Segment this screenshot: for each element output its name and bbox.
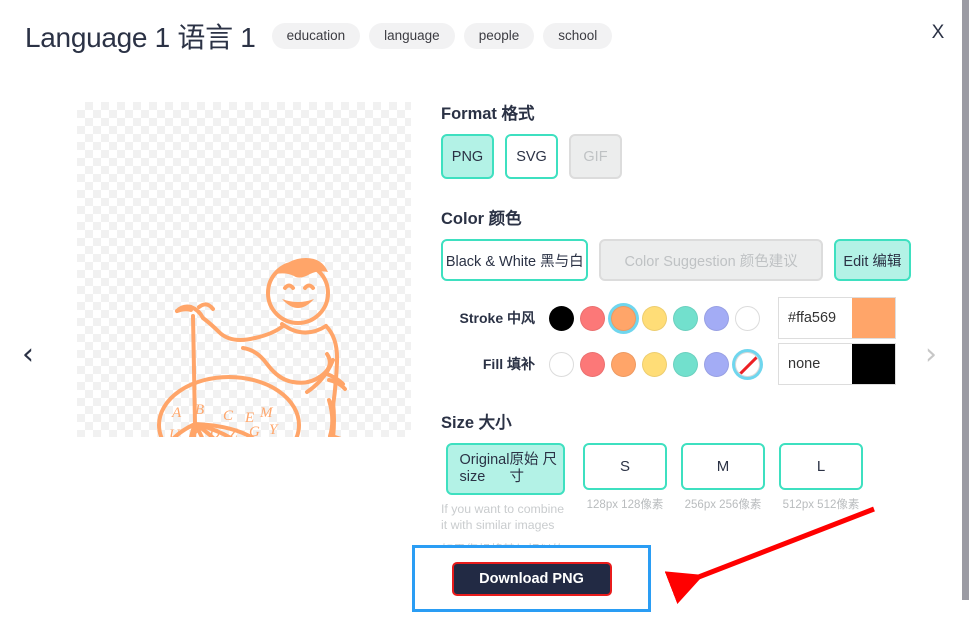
size-option-original[interactable]: Original size原始 尺寸 — [446, 443, 565, 495]
size-option-l[interactable]: L — [779, 443, 863, 490]
stroke-swatch[interactable] — [673, 306, 698, 331]
page-title: Language 1 语言 1 — [25, 16, 256, 56]
stroke-swatch[interactable] — [704, 306, 729, 331]
color-option-color-suggestion: Color Suggestion 颜色建议 — [599, 239, 822, 281]
stroke-swatch-group — [549, 306, 760, 331]
size-sub-l: 512px 512像素 — [783, 496, 860, 512]
fill-row: Fill 填补 none — [441, 345, 911, 383]
fill-swatch[interactable] — [642, 352, 667, 377]
tag-list: education language people school — [272, 23, 613, 50]
size-cell-l: L 512px 512像素 — [779, 443, 863, 512]
stroke-row: Stroke 中风 #ffa569 — [441, 299, 911, 337]
size-cell-m: M 256px 256像素 — [681, 443, 765, 512]
size-original-label-en: Original size — [460, 452, 510, 485]
format-option-png[interactable]: PNG — [441, 134, 494, 179]
svg-text:C: C — [223, 408, 234, 424]
close-icon[interactable]: X — [923, 18, 953, 48]
stroke-color-preview — [852, 298, 895, 338]
svg-text:Z: Z — [229, 426, 238, 437]
svg-text:D: D — [208, 426, 220, 437]
image-preview[interactable]: AB CE M UP DZ GY RQ KV N JK — [77, 102, 411, 437]
fill-swatch[interactable] — [611, 352, 636, 377]
size-cell-s: S 128px 128像素 — [583, 443, 667, 512]
fill-swatch[interactable] — [704, 352, 729, 377]
scrollbar-track[interactable] — [956, 0, 971, 623]
fill-label: Fill 填补 — [441, 354, 549, 374]
fill-hex-input[interactable]: none — [779, 344, 852, 384]
fill-swatch-group — [549, 352, 760, 377]
tag-pill[interactable]: education — [272, 23, 361, 50]
prev-image-chevron-left-icon[interactable]: ‹ — [8, 330, 48, 380]
stroke-swatch[interactable] — [549, 306, 574, 331]
size-sub-s: 128px 128像素 — [587, 496, 664, 512]
size-original-label-cn: 原始 尺寸 — [509, 452, 562, 485]
format-options: PNG SVG GIF — [441, 134, 911, 179]
color-option-black-and-white[interactable]: Black & White 黑与白 — [441, 239, 588, 281]
stroke-hex-box: #ffa569 — [778, 297, 896, 339]
stroke-swatch[interactable] — [642, 306, 667, 331]
svg-text:U: U — [169, 427, 181, 437]
stroke-swatch-selected[interactable] — [611, 306, 636, 331]
svg-text:P: P — [188, 426, 198, 437]
fill-swatch[interactable] — [549, 352, 574, 377]
fill-swatch[interactable] — [580, 352, 605, 377]
svg-text:Y: Y — [269, 422, 279, 437]
color-heading: Color 颜色 — [441, 205, 911, 229]
download-highlight-box: Download PNG — [412, 545, 651, 612]
tag-pill[interactable]: people — [464, 23, 535, 50]
size-heading: Size 大小 — [441, 409, 911, 433]
fill-swatch[interactable] — [673, 352, 698, 377]
color-mode-options: Black & White 黑与白 Color Suggestion 颜色建议 … — [441, 239, 911, 281]
stroke-swatch[interactable] — [580, 306, 605, 331]
svg-text:M: M — [259, 405, 274, 421]
size-option-s[interactable]: S — [583, 443, 667, 490]
format-option-svg[interactable]: SVG — [505, 134, 558, 179]
svg-text:A: A — [171, 405, 182, 421]
fill-color-preview — [852, 344, 895, 384]
fill-swatch-none-selected[interactable] — [735, 352, 760, 377]
stroke-hex-input[interactable]: #ffa569 — [779, 298, 852, 338]
tag-pill[interactable]: language — [369, 23, 455, 50]
next-image-chevron-right-icon[interactable]: › — [911, 330, 951, 380]
tag-pill[interactable]: school — [543, 23, 612, 50]
download-button[interactable]: Download PNG — [452, 562, 612, 596]
format-heading: Format 格式 — [441, 100, 911, 124]
color-option-edit[interactable]: Edit 编辑 — [834, 239, 911, 281]
size-sub-m: 256px 256像素 — [685, 496, 762, 512]
size-hint-en: If you want to combine it with similar i… — [441, 502, 564, 532]
scrollbar-thumb[interactable] — [962, 0, 969, 600]
size-option-m[interactable]: M — [681, 443, 765, 490]
preview-artwork: AB CE M UP DZ GY RQ KV N JK — [77, 102, 411, 437]
stroke-swatch[interactable] — [735, 306, 760, 331]
stroke-label: Stroke 中风 — [441, 308, 549, 328]
dialog-header: Language 1 语言 1 education language peopl… — [0, 0, 956, 72]
export-options-panel: Format 格式 PNG SVG GIF Color 颜色 Black & W… — [441, 100, 911, 575]
fill-hex-box: none — [778, 343, 896, 385]
format-option-gif: GIF — [569, 134, 622, 179]
svg-text:G: G — [249, 424, 260, 437]
svg-text:B: B — [195, 402, 204, 418]
